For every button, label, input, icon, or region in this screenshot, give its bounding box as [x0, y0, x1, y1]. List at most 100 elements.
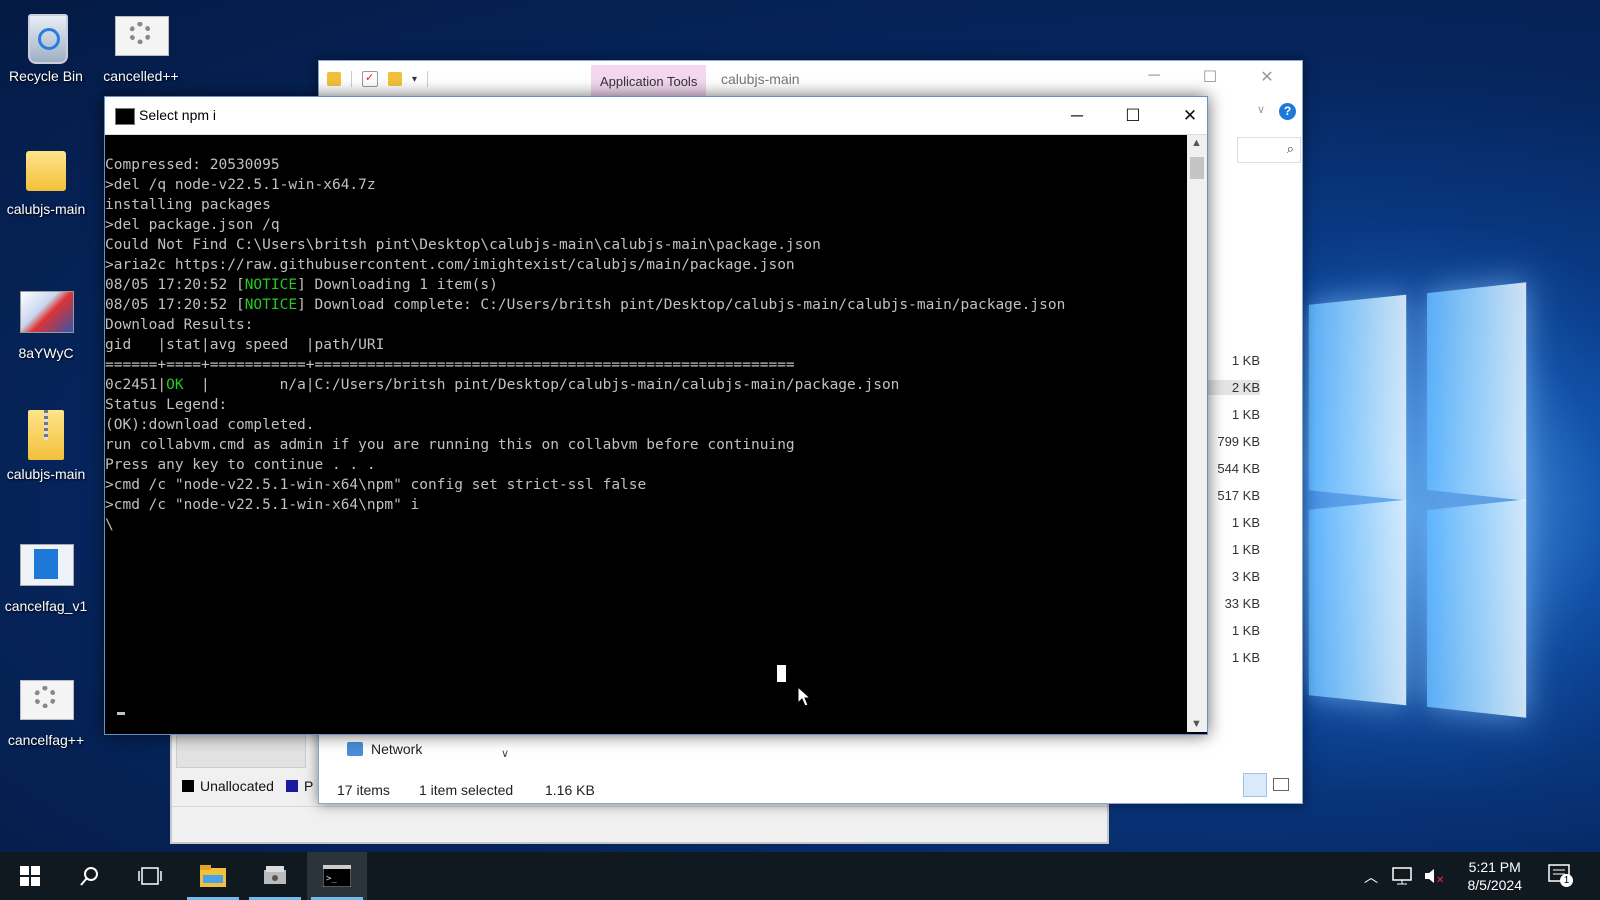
search-button[interactable]: [60, 852, 120, 900]
file-size: 1 KB: [1231, 650, 1260, 665]
file-size: 1 KB: [1231, 353, 1260, 368]
close-button[interactable]: ✕: [1252, 67, 1282, 87]
text-cursor: [117, 712, 125, 715]
folder-icon[interactable]: [327, 72, 341, 86]
clock[interactable]: 5:21 PM 8/5/2024: [1468, 858, 1523, 894]
svg-text:>_: >_: [326, 874, 337, 884]
windows-logo-wallpaper: [1300, 282, 1530, 718]
details-view-icon[interactable]: [1243, 773, 1267, 797]
help-icon[interactable]: ?: [1279, 103, 1296, 120]
desktop-icon-cancelfag-plus[interactable]: cancelfag++: [1, 674, 91, 748]
task-view-icon: [138, 867, 162, 885]
desktop-icon-label: 8aYWyC: [18, 345, 74, 361]
settings-file-icon: [20, 674, 74, 726]
scroll-down-icon[interactable]: ▼: [1191, 718, 1202, 730]
legend-primary: P: [303, 778, 314, 794]
minimize-button[interactable]: ─: [1139, 67, 1169, 85]
console-line: (OK):download completed.: [105, 417, 315, 433]
clock-date: 8/5/2024: [1467, 877, 1523, 893]
image-file-icon: [20, 287, 74, 339]
file-size: 517 KB: [1217, 488, 1260, 503]
console-line: gid |stat|avg speed |path/URI: [105, 337, 385, 353]
show-hidden-icons-icon[interactable]: ︿: [1364, 867, 1378, 887]
network-tray-icon[interactable]: [1392, 866, 1414, 891]
console-line-ok: 0c2451|OK | n/a|C:/Users/britsh pint/Des…: [105, 377, 900, 393]
vertical-scrollbar[interactable]: ▲ ▼: [1187, 135, 1207, 732]
task-view-button[interactable]: [120, 852, 180, 900]
action-center-button[interactable]: 1: [1548, 864, 1573, 891]
application-tools-tab[interactable]: Application Tools: [591, 65, 707, 99]
desktop-icon-recycle-bin[interactable]: Recycle Bin: [1, 10, 91, 84]
command-prompt-window: Select npm i ─ ☐ ✕ Compressed: 20530095 >…: [104, 96, 1208, 735]
desktop-icon-calubjs-zip[interactable]: calubjs-main: [1, 408, 91, 482]
primary-swatch: [285, 780, 298, 792]
desktop-icon-cancelfag-v1[interactable]: cancelfag_v1: [1, 540, 91, 614]
console-line: installing packages: [105, 197, 271, 213]
taskbar: >_ ︿ ✕ 5:21 PM 8/5/2024 1: [0, 852, 1600, 900]
text-selection-cursor: [777, 665, 786, 682]
application-icon: [20, 540, 74, 592]
maximize-button[interactable]: ☐: [1110, 101, 1156, 131]
file-size: 544 KB: [1217, 461, 1260, 476]
windows-start-icon: [20, 866, 40, 886]
new-folder-icon[interactable]: [388, 72, 402, 86]
console-line: run collabvm.cmd as admin if you are run…: [105, 437, 795, 453]
desktop-icon-label: cancelfag_v1: [4, 598, 88, 614]
folder-icon: [20, 143, 72, 195]
file-size: 1 KB: [1231, 542, 1260, 557]
disk-status-bar: [172, 806, 1107, 839]
console-line: Download Results:: [105, 317, 254, 333]
large-icons-view-icon[interactable]: [1269, 773, 1291, 795]
explorer-title: calubjs-main: [721, 71, 800, 87]
desktop-icon-label: calubjs-main: [6, 201, 86, 217]
file-size: 1 KB: [1231, 623, 1260, 638]
chevron-down-icon[interactable]: ∨: [501, 747, 509, 760]
search-icon: ⌕: [1286, 141, 1294, 156]
console-line-notice: 08/05 17:20:52 [NOTICE] Downloading 1 it…: [105, 277, 498, 293]
start-button[interactable]: [0, 852, 60, 900]
taskbar-disk-management[interactable]: [245, 852, 305, 900]
status-selected: 1 item selected: [419, 782, 514, 798]
explorer-titlebar: ✓ ▾ Application Tools calubjs-main ─ ☐ ✕: [319, 61, 1302, 99]
desktop-icon-calubjs-folder[interactable]: calubjs-main: [1, 143, 91, 217]
maximize-button[interactable]: ☐: [1195, 67, 1225, 87]
console-output[interactable]: Compressed: 20530095 >del /q node-v22.5.1…: [105, 135, 1185, 732]
cmd-icon: [115, 108, 135, 125]
folder-icon: [200, 865, 226, 887]
properties-icon[interactable]: ✓: [362, 71, 378, 87]
desktop-icon-cancelled[interactable]: cancelled++: [96, 10, 186, 84]
close-button[interactable]: ✕: [1167, 101, 1213, 131]
ribbon-expand-icon[interactable]: ∨: [1257, 103, 1265, 116]
console-line: Press any key to continue . . .: [105, 457, 376, 473]
cmd-titlebar[interactable]: Select npm i ─ ☐ ✕: [105, 97, 1207, 135]
search-icon: [80, 867, 98, 886]
quick-access-toolbar: ✓ ▾: [327, 71, 429, 87]
disk-legend: Unallocated P: [182, 778, 313, 794]
console-line: \: [105, 517, 114, 533]
status-item-count: 17 items: [337, 782, 390, 798]
file-size: 2 KB: [1200, 380, 1260, 395]
taskbar-file-explorer[interactable]: [183, 852, 243, 900]
scroll-up-icon[interactable]: ▲: [1191, 137, 1202, 149]
console-line: Status Legend:: [105, 397, 228, 413]
clock-time: 5:21 PM: [1468, 859, 1521, 875]
notification-badge: 1: [1560, 874, 1573, 887]
unallocated-swatch: [182, 780, 194, 792]
nav-network[interactable]: Network: [317, 741, 422, 757]
volume-muted-icon[interactable]: ✕: [1423, 866, 1445, 891]
desktop-icon-label: calubjs-main: [6, 466, 86, 482]
desktop-icon-8aywyc[interactable]: 8aYWyC: [1, 287, 91, 361]
customize-toolbar-icon[interactable]: ▾: [412, 74, 417, 85]
file-size: 3 KB: [1231, 569, 1260, 584]
file-size: 1 KB: [1231, 407, 1260, 422]
console-line: Compressed: 20530095: [105, 157, 280, 173]
network-icon: [347, 742, 363, 756]
taskbar-command-prompt[interactable]: >_: [307, 852, 367, 900]
desktop-icon-label: cancelfag++: [7, 732, 85, 748]
minimize-button[interactable]: ─: [1054, 101, 1100, 131]
file-size: 33 KB: [1224, 596, 1260, 611]
scrollbar-thumb[interactable]: [1190, 157, 1204, 179]
cmd-icon: >_: [323, 865, 351, 887]
search-box[interactable]: ⌕: [1237, 137, 1301, 163]
console-line: >del package.json /q: [105, 217, 280, 233]
